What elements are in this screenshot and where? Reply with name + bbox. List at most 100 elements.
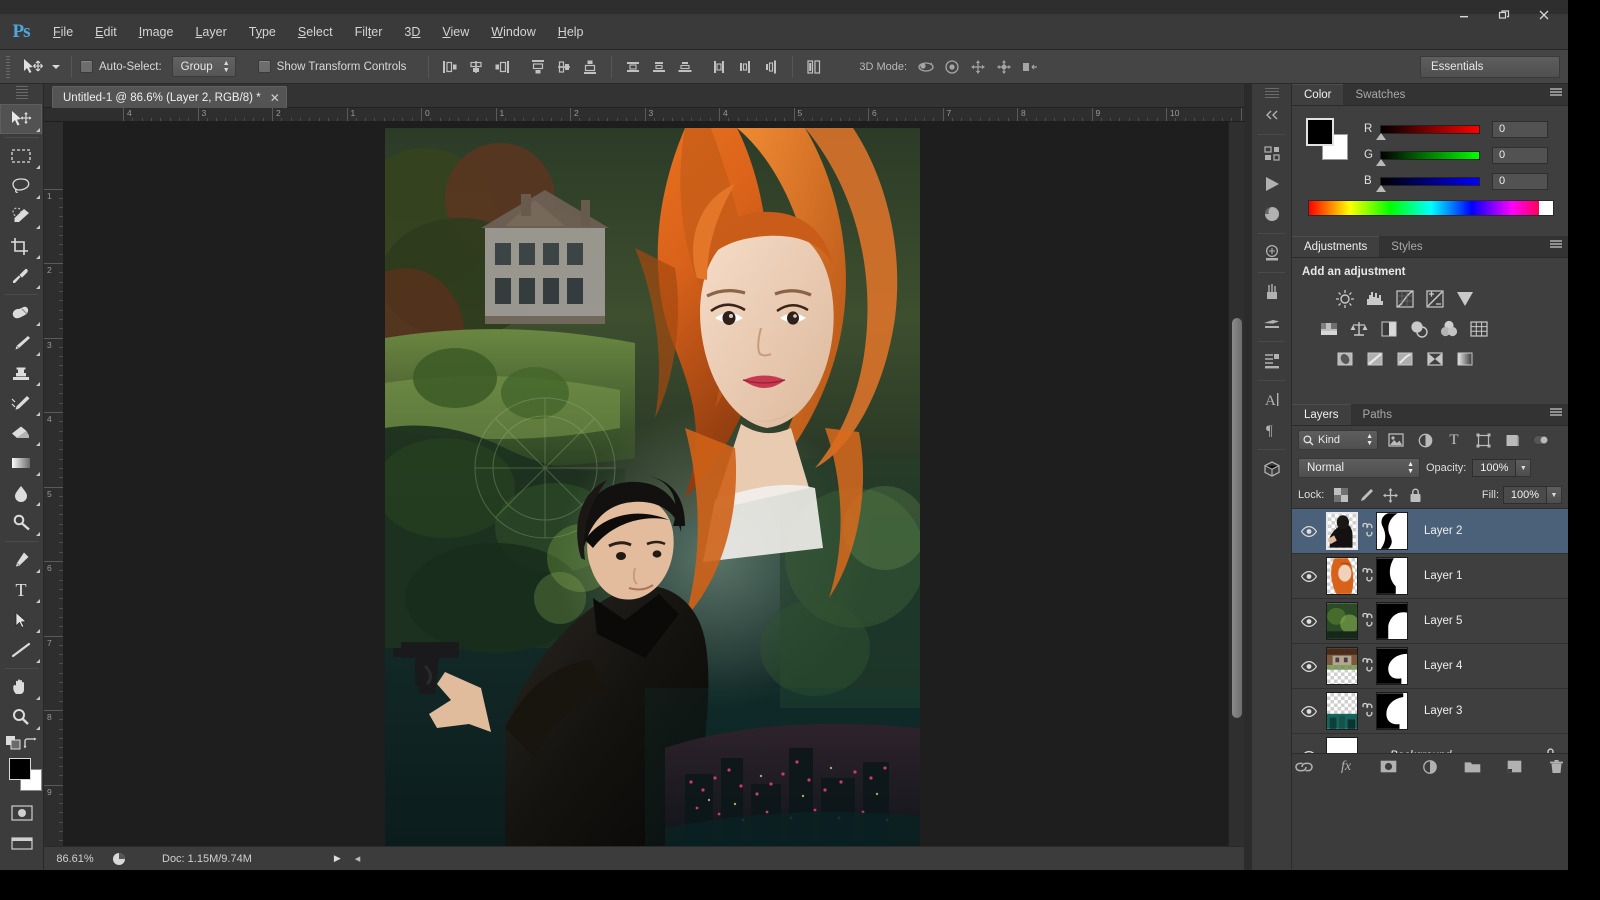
new-layer-icon[interactable] <box>1505 758 1523 776</box>
menu-window[interactable]: Window <box>480 21 546 43</box>
menu-3d[interactable]: 3D <box>393 21 431 43</box>
channel-b-value[interactable]: 0 <box>1492 173 1548 190</box>
move-tool-icon[interactable] <box>17 55 49 79</box>
distribute-right-edges-icon[interactable] <box>758 55 784 79</box>
layer-visibility-toggle[interactable] <box>1292 661 1326 672</box>
lock-all-icon[interactable] <box>1407 486 1424 504</box>
vibrance-icon[interactable] <box>1450 284 1480 314</box>
preview-icon[interactable] <box>106 852 132 866</box>
tools-panel-grip[interactable] <box>16 86 28 100</box>
artboard[interactable] <box>385 128 920 846</box>
horizontal-ruler[interactable]: 432101234567891011 <box>44 108 1244 122</box>
link-layers-icon[interactable] <box>1295 758 1313 776</box>
menu-image[interactable]: Image <box>128 21 185 43</box>
quick-mask-button[interactable] <box>0 798 44 828</box>
opacity-stepper-icon[interactable]: ▼ <box>1516 459 1531 477</box>
align-right-edges-icon[interactable] <box>489 55 515 79</box>
menu-view[interactable]: View <box>431 21 480 43</box>
new-group-icon[interactable] <box>1463 758 1481 776</box>
menu-filter[interactable]: Filter <box>344 21 394 43</box>
align-horizontal-centers-icon[interactable] <box>463 55 489 79</box>
channel-r-value[interactable]: 0 <box>1492 121 1548 138</box>
lock-transparent-pixels-icon[interactable] <box>1332 486 1349 504</box>
layer-row[interactable]: Layer 3 <box>1292 689 1568 734</box>
opacity-value[interactable]: 100% <box>1472 459 1516 477</box>
new-fill-adjustment-icon[interactable] <box>1421 758 1439 776</box>
line-tool[interactable] <box>0 635 42 665</box>
layer-list[interactable]: Layer 2Layer 1Layer 5Layer 4Layer 3Backg… <box>1292 508 1568 779</box>
layer-thumbnail[interactable] <box>1326 692 1358 730</box>
3d-panel-icon[interactable] <box>1252 454 1292 484</box>
canvas-vertical-scrollbar[interactable] <box>1228 122 1244 846</box>
channel-g-slider[interactable] <box>1380 151 1480 160</box>
tool-preset-chevron[interactable] <box>49 64 63 70</box>
tab-layers[interactable]: Layers <box>1292 404 1351 425</box>
menu-file[interactable]: File <box>42 21 84 43</box>
screen-mode-button[interactable] <box>0 828 44 858</box>
filter-adjustment-icon[interactable] <box>1414 429 1436 451</box>
filter-image-icon[interactable] <box>1385 429 1407 451</box>
mask-link-icon[interactable] <box>1358 523 1376 540</box>
crop-tool[interactable] <box>0 231 42 261</box>
align-bottom-edges-icon[interactable] <box>577 55 603 79</box>
mask-link-icon[interactable] <box>1358 703 1376 720</box>
tab-paths[interactable]: Paths <box>1351 404 1404 425</box>
auto-align-layers-icon[interactable] <box>801 55 827 79</box>
filter-toggle-switch[interactable] <box>1530 429 1552 451</box>
color-panel-swatches[interactable] <box>1306 118 1350 162</box>
menu-select[interactable]: Select <box>287 21 344 43</box>
color-panel-menu-icon[interactable] <box>1550 88 1562 101</box>
document-tab[interactable]: Untitled-1 @ 86.6% (Layer 2, RGB/8) * ✕ <box>52 86 287 108</box>
properties-icon[interactable] <box>1252 346 1292 376</box>
brightness-contrast-icon[interactable] <box>1330 284 1360 314</box>
zoom-level[interactable]: 86.61% <box>44 853 106 865</box>
color-balance-icon[interactable] <box>1344 314 1374 344</box>
selective-color-icon[interactable] <box>1420 344 1450 374</box>
clone-stamp-tool[interactable] <box>0 358 42 388</box>
layer-filter-kind-dropdown[interactable]: Kind ▲▼ <box>1298 430 1378 450</box>
layer-mask-thumbnail[interactable] <box>1376 512 1408 550</box>
close-tab-icon[interactable]: ✕ <box>270 91 280 105</box>
show-transform-controls-checkbox[interactable] <box>258 60 271 73</box>
layer-mask-thumbnail[interactable] <box>1376 647 1408 685</box>
delete-layer-icon[interactable] <box>1547 758 1565 776</box>
layer-name[interactable]: Layer 5 <box>1424 615 1462 627</box>
mini-bridge-icon[interactable] <box>1252 139 1292 169</box>
add-layer-mask-icon[interactable] <box>1379 758 1397 776</box>
lasso-tool[interactable] <box>0 171 42 201</box>
tab-color[interactable]: Color <box>1292 84 1343 105</box>
align-left-edges-icon[interactable] <box>437 55 463 79</box>
layer-row[interactable]: Layer 1 <box>1292 554 1568 599</box>
mask-link-icon[interactable] <box>1358 658 1376 675</box>
eyedropper-tool[interactable] <box>0 261 42 291</box>
menu-edit[interactable]: Edit <box>84 21 128 43</box>
paragraph-panel-icon[interactable]: ¶ <box>1252 415 1292 445</box>
channel-b-slider[interactable] <box>1380 177 1480 186</box>
slider-knob-icon[interactable] <box>1376 133 1386 140</box>
expand-panels-icon[interactable] <box>1252 100 1292 130</box>
swap-colors-icon[interactable] <box>23 737 37 749</box>
dodge-tool[interactable] <box>0 508 42 538</box>
fill-stepper-icon[interactable]: ▼ <box>1547 486 1562 504</box>
scale-3d-object-icon[interactable] <box>1017 55 1043 79</box>
workspace-switcher[interactable]: Essentials <box>1420 56 1560 78</box>
timeline-play-icon[interactable] <box>1252 169 1292 199</box>
layer-name[interactable]: Layer 4 <box>1424 660 1462 672</box>
layer-mask-thumbnail[interactable] <box>1376 602 1408 640</box>
horizontal-type-tool[interactable]: T <box>0 575 42 605</box>
layer-visibility-toggle[interactable] <box>1292 616 1326 627</box>
layer-row[interactable]: Layer 5 <box>1292 599 1568 644</box>
threshold-icon[interactable] <box>1390 344 1420 374</box>
brush-settings-icon[interactable] <box>1252 307 1292 337</box>
drag-3d-object-icon[interactable] <box>965 55 991 79</box>
blur-tool[interactable] <box>0 478 42 508</box>
hue-saturation-icon[interactable] <box>1314 314 1344 344</box>
path-selection-tool[interactable] <box>0 605 42 635</box>
distribute-left-edges-icon[interactable] <box>706 55 732 79</box>
distribute-horizontal-centers-icon[interactable] <box>732 55 758 79</box>
invert-icon[interactable] <box>1330 344 1360 374</box>
posterize-icon[interactable] <box>1360 344 1390 374</box>
character-panel-icon[interactable]: A <box>1252 385 1292 415</box>
layer-thumbnail[interactable] <box>1326 557 1358 595</box>
tab-adjustments[interactable]: Adjustments <box>1292 236 1379 257</box>
